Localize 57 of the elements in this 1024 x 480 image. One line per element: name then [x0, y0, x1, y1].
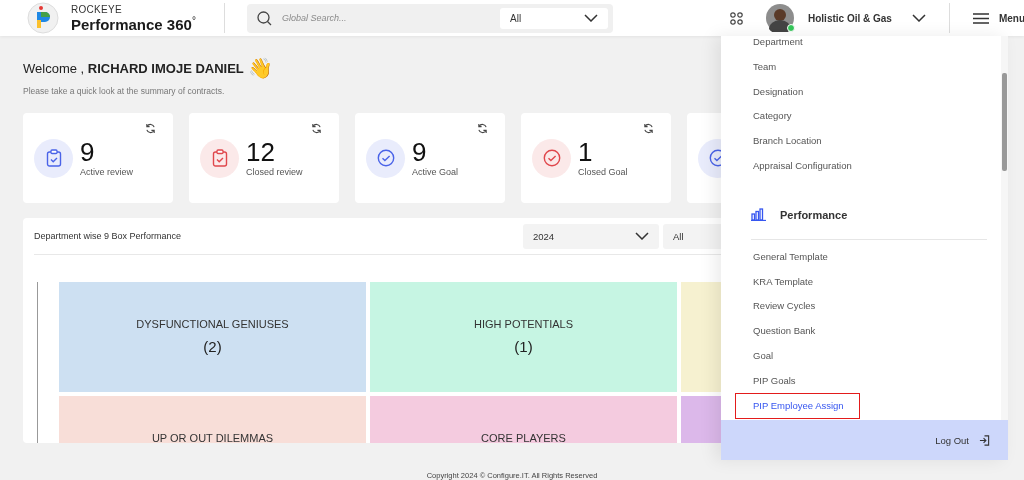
stat-value: 9 [412, 139, 428, 165]
section-heading: Performance [780, 208, 848, 221]
waving-hand-icon: 👋 [247, 58, 273, 78]
logout-icon[interactable] [979, 434, 990, 446]
brand-name: Performance 360$^{°}$ [71, 15, 197, 32]
refresh-icon[interactable] [643, 123, 654, 134]
chevron-down-icon [584, 14, 598, 22]
apps-grid-icon[interactable] [730, 11, 743, 25]
search-icon [257, 10, 272, 26]
nine-box-cell[interactable]: HIGH POTENTIALS (1) [370, 282, 677, 392]
nine-box-cell[interactable]: UP OR OUT DILEMMAS [59, 396, 366, 443]
check-circle-icon [542, 149, 561, 167]
clipboard-icon [45, 149, 62, 167]
menu-item[interactable]: Department [751, 36, 805, 55]
scrollbar-thumb[interactable] [1002, 73, 1007, 171]
menu-item[interactable]: Question Bank [751, 319, 818, 344]
refresh-icon[interactable] [311, 123, 322, 134]
stat-label: Active review [80, 167, 133, 177]
clipboard-icon [211, 149, 228, 167]
company-selector[interactable]: Holistic Oil & Gas [808, 12, 892, 24]
menu-item[interactable]: PIP Employee Assign [737, 394, 858, 417]
logo-icon [27, 2, 59, 34]
brand-subtitle: ROCKEYE [71, 4, 123, 15]
welcome-heading: Welcome , RICHARD IMOJE DANIEL [23, 60, 244, 76]
menu-item[interactable]: Designation [751, 79, 806, 105]
scope-dropdown[interactable]: All [500, 7, 608, 29]
user-avatar[interactable] [766, 4, 794, 32]
menu-item[interactable]: Goal [751, 343, 776, 369]
stat-label: Active Goal [412, 167, 459, 177]
check-circle-icon [376, 149, 395, 167]
chevron-down-icon [635, 232, 649, 240]
chart-title: Department wise 9 Box Performance [34, 231, 183, 241]
menu-icon [972, 12, 989, 24]
menu-item[interactable]: Category [751, 104, 794, 130]
stat-label: Closed review [246, 167, 303, 177]
menu-item[interactable]: PIP Goals [751, 368, 798, 394]
stat-value: 9 [80, 139, 96, 165]
year-dropdown[interactable]: 2024 [523, 223, 659, 249]
chevron-down-icon [911, 14, 926, 22]
stat-label: Closed Goal [578, 167, 628, 177]
refresh-icon[interactable] [145, 123, 156, 134]
stat-value: 12 [246, 139, 276, 165]
menu-item[interactable]: Branch Location [751, 129, 824, 154]
nine-box-cell[interactable]: CORE PLAYERS [370, 396, 677, 443]
menu-button[interactable]: Menu [972, 12, 1024, 24]
welcome-subtitle: Please take a quick look at the summary of contracts. [23, 86, 225, 96]
nine-box-cell[interactable]: DYSFUNCTIONAL GENIUSES (2) [59, 282, 366, 392]
menu-item[interactable]: Review Cycles [751, 294, 818, 320]
search-field[interactable]: Global Search... All [247, 3, 613, 33]
stat-value: 1 [578, 139, 594, 165]
menu-item[interactable]: Team [751, 54, 779, 80]
menu-item[interactable]: General Template [751, 244, 830, 270]
menu-item[interactable]: Appraisal Configuration [751, 154, 854, 179]
bar-chart-icon [751, 208, 766, 222]
menu-item[interactable]: KRA Template [751, 269, 816, 295]
logout-button[interactable]: Log Out [935, 434, 969, 446]
refresh-icon[interactable] [477, 123, 488, 134]
